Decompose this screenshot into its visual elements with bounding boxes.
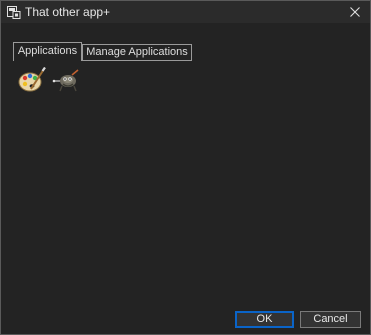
title-bar[interactable]: That other app+ [1, 1, 370, 23]
cancel-button[interactable]: Cancel [300, 311, 361, 328]
tab-panel-divider [82, 60, 192, 61]
dialog-window: That other app+ Applications Manage Appl… [0, 0, 371, 335]
application-item[interactable] [17, 66, 47, 93]
application-item[interactable] [51, 67, 81, 93]
tab-manage-applications[interactable]: Manage Applications [82, 44, 192, 61]
tab-manage-applications-label: Manage Applications [86, 46, 188, 58]
close-icon [350, 7, 360, 17]
window-title: That other app+ [25, 5, 111, 19]
gimp-icon [52, 69, 79, 92]
paint-palette-icon [18, 66, 46, 92]
tab-applications[interactable]: Applications [13, 42, 82, 61]
close-button[interactable] [340, 1, 370, 23]
app-window-icon [7, 5, 21, 19]
ok-button[interactable]: OK [235, 311, 294, 328]
tab-applications-label: Applications [17, 45, 78, 57]
